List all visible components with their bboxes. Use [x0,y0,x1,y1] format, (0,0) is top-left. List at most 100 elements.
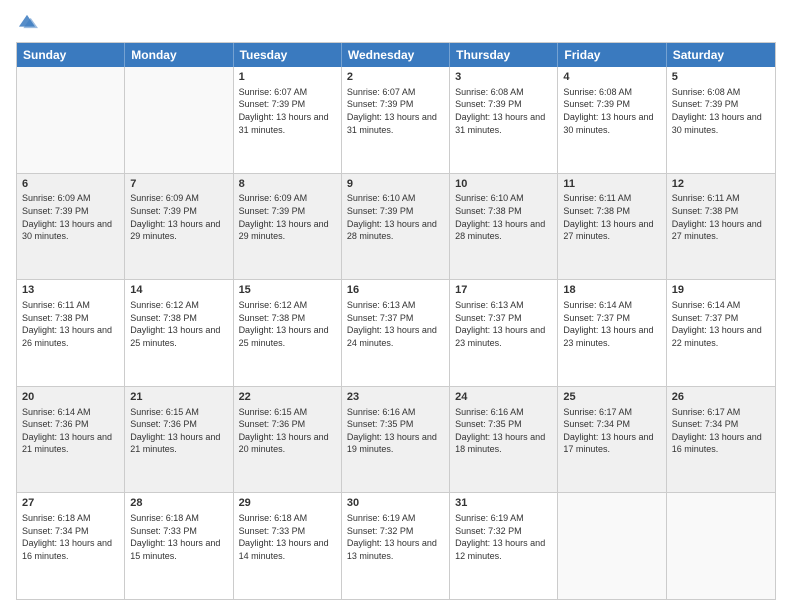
table-row: 12Sunrise: 6:11 AMSunset: 7:38 PMDayligh… [667,174,775,280]
header [16,12,776,34]
calendar-header-cell: Tuesday [234,43,342,67]
day-info: Sunrise: 6:10 AMSunset: 7:38 PMDaylight:… [455,192,552,242]
day-number: 3 [455,70,552,85]
table-row: 20Sunrise: 6:14 AMSunset: 7:36 PMDayligh… [17,387,125,493]
day-number: 10 [455,177,552,192]
day-info: Sunrise: 6:09 AMSunset: 7:39 PMDaylight:… [22,192,119,242]
table-row: 6Sunrise: 6:09 AMSunset: 7:39 PMDaylight… [17,174,125,280]
calendar-body: 1 Sunrise: 6:07 AMSunset: 7:39 PMDaylight… [17,67,775,599]
calendar-header-row: SundayMondayTuesdayWednesdayThursdayFrid… [17,43,775,67]
calendar-row: 20Sunrise: 6:14 AMSunset: 7:36 PMDayligh… [17,386,775,493]
table-row: 14Sunrise: 6:12 AMSunset: 7:38 PMDayligh… [125,280,233,386]
day-number: 5 [672,70,770,85]
table-row: 3Sunrise: 6:08 AMSunset: 7:39 PMDaylight… [450,67,558,173]
table-row: 10Sunrise: 6:10 AMSunset: 7:38 PMDayligh… [450,174,558,280]
day-number: 14 [130,283,227,298]
table-row: 22Sunrise: 6:15 AMSunset: 7:36 PMDayligh… [234,387,342,493]
day-number: 8 [239,177,336,192]
table-row [17,67,125,173]
day-number: 22 [239,390,336,405]
day-number: 2 [347,70,444,85]
day-info: Sunrise: 6:15 AMSunset: 7:36 PMDaylight:… [239,406,336,456]
day-info: Sunrise: 6:19 AMSunset: 7:32 PMDaylight:… [347,512,444,562]
day-number: 23 [347,390,444,405]
day-number: 20 [22,390,119,405]
table-row: 19Sunrise: 6:14 AMSunset: 7:37 PMDayligh… [667,280,775,386]
day-info: Sunrise: 6:17 AMSunset: 7:34 PMDaylight:… [563,406,660,456]
table-row: 15Sunrise: 6:12 AMSunset: 7:38 PMDayligh… [234,280,342,386]
day-number: 30 [347,496,444,511]
table-row: 25Sunrise: 6:17 AMSunset: 7:34 PMDayligh… [558,387,666,493]
day-info: Sunrise: 6:08 AMSunset: 7:39 PMDaylight:… [455,86,552,136]
day-number: 26 [672,390,770,405]
day-info: Sunrise: 6:12 AMSunset: 7:38 PMDaylight:… [130,299,227,349]
day-number: 31 [455,496,552,511]
day-number: 11 [563,177,660,192]
table-row: 1Sunrise: 6:07 AMSunset: 7:39 PMDaylight… [234,67,342,173]
table-row: 27Sunrise: 6:18 AMSunset: 7:34 PMDayligh… [17,493,125,599]
table-row: 21Sunrise: 6:15 AMSunset: 7:36 PMDayligh… [125,387,233,493]
calendar-header-cell: Saturday [667,43,775,67]
day-number: 12 [672,177,770,192]
day-number: 6 [22,177,119,192]
day-info: Sunrise: 6:13 AMSunset: 7:37 PMDaylight:… [347,299,444,349]
day-number: 28 [130,496,227,511]
day-number: 21 [130,390,227,405]
calendar: SundayMondayTuesdayWednesdayThursdayFrid… [16,42,776,600]
day-info: Sunrise: 6:16 AMSunset: 7:35 PMDaylight:… [347,406,444,456]
table-row: 4Sunrise: 6:08 AMSunset: 7:39 PMDaylight… [558,67,666,173]
day-info: Sunrise: 6:18 AMSunset: 7:34 PMDaylight:… [22,512,119,562]
day-info: Sunrise: 6:18 AMSunset: 7:33 PMDaylight:… [239,512,336,562]
table-row: 17Sunrise: 6:13 AMSunset: 7:37 PMDayligh… [450,280,558,386]
day-number: 24 [455,390,552,405]
day-number: 29 [239,496,336,511]
day-number: 27 [22,496,119,511]
day-number: 17 [455,283,552,298]
calendar-row: 1 Sunrise: 6:07 AMSunset: 7:39 PMDaylight… [17,67,775,173]
day-number: 18 [563,283,660,298]
table-row: 23Sunrise: 6:16 AMSunset: 7:35 PMDayligh… [342,387,450,493]
day-info: Sunrise: 6:16 AMSunset: 7:35 PMDaylight:… [455,406,552,456]
day-number: 1 [239,70,336,85]
day-info: Sunrise: 6:12 AMSunset: 7:38 PMDaylight:… [239,299,336,349]
day-info: Sunrise: 6:07 AMSunset: 7:39 PMDaylight:… [347,86,444,136]
day-info: Sunrise: 6:11 AMSunset: 7:38 PMDaylight:… [563,192,660,242]
day-info: Sunrise: 6:09 AMSunset: 7:39 PMDaylight:… [239,192,336,242]
table-row: 29Sunrise: 6:18 AMSunset: 7:33 PMDayligh… [234,493,342,599]
table-row: 11Sunrise: 6:11 AMSunset: 7:38 PMDayligh… [558,174,666,280]
calendar-header-cell: Wednesday [342,43,450,67]
table-row: 31Sunrise: 6:19 AMSunset: 7:32 PMDayligh… [450,493,558,599]
table-row: 18Sunrise: 6:14 AMSunset: 7:37 PMDayligh… [558,280,666,386]
calendar-header-cell: Sunday [17,43,125,67]
table-row: 28Sunrise: 6:18 AMSunset: 7:33 PMDayligh… [125,493,233,599]
day-info: Sunrise: 6:19 AMSunset: 7:32 PMDaylight:… [455,512,552,562]
day-number: 4 [563,70,660,85]
day-info: Sunrise: 6:14 AMSunset: 7:36 PMDaylight:… [22,406,119,456]
calendar-row: 27Sunrise: 6:18 AMSunset: 7:34 PMDayligh… [17,492,775,599]
logo [16,12,40,34]
table-row: 7Sunrise: 6:09 AMSunset: 7:39 PMDaylight… [125,174,233,280]
day-info: Sunrise: 6:08 AMSunset: 7:39 PMDaylight:… [672,86,770,136]
table-row [125,67,233,173]
day-info: Sunrise: 6:08 AMSunset: 7:39 PMDaylight:… [563,86,660,136]
day-info: Sunrise: 6:09 AMSunset: 7:39 PMDaylight:… [130,192,227,242]
day-info: Sunrise: 6:11 AMSunset: 7:38 PMDaylight:… [22,299,119,349]
day-number: 7 [130,177,227,192]
day-number: 16 [347,283,444,298]
table-row: 9Sunrise: 6:10 AMSunset: 7:39 PMDaylight… [342,174,450,280]
calendar-header-cell: Friday [558,43,666,67]
table-row: 8Sunrise: 6:09 AMSunset: 7:39 PMDaylight… [234,174,342,280]
day-number: 15 [239,283,336,298]
table-row: 26Sunrise: 6:17 AMSunset: 7:34 PMDayligh… [667,387,775,493]
day-number: 13 [22,283,119,298]
page: SundayMondayTuesdayWednesdayThursdayFrid… [0,0,792,612]
day-number: 19 [672,283,770,298]
table-row: 24Sunrise: 6:16 AMSunset: 7:35 PMDayligh… [450,387,558,493]
calendar-row: 6Sunrise: 6:09 AMSunset: 7:39 PMDaylight… [17,173,775,280]
day-info: Sunrise: 6:14 AMSunset: 7:37 PMDaylight:… [672,299,770,349]
table-row: 5Sunrise: 6:08 AMSunset: 7:39 PMDaylight… [667,67,775,173]
table-row [558,493,666,599]
day-number: 9 [347,177,444,192]
calendar-header-cell: Monday [125,43,233,67]
calendar-row: 13Sunrise: 6:11 AMSunset: 7:38 PMDayligh… [17,279,775,386]
